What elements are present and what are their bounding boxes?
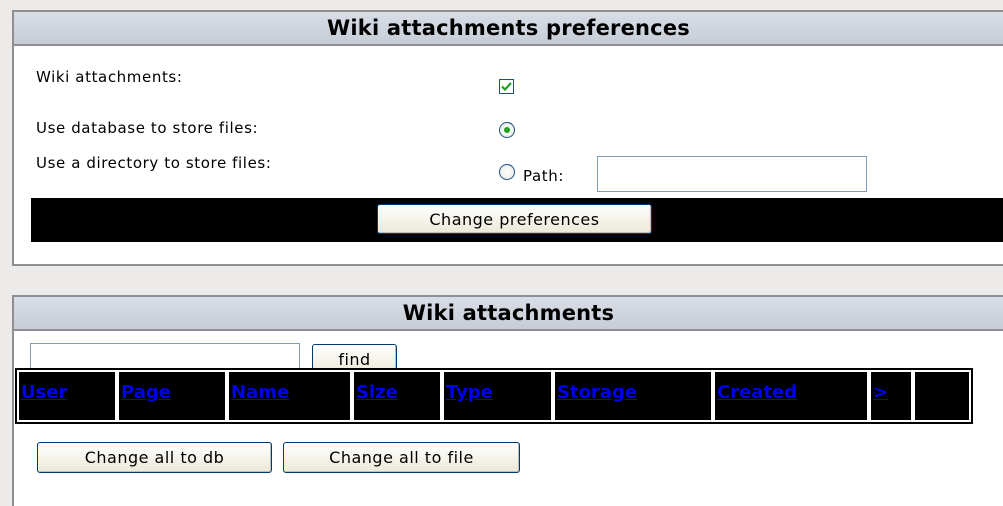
column-header-created: Created <box>715 372 867 420</box>
sort-page-link[interactable]: Page <box>121 382 171 403</box>
radio-selected-dot <box>504 127 510 133</box>
sort-created-link[interactable]: Created <box>717 382 797 403</box>
column-header-page: Page <box>119 372 225 420</box>
use-dir-label: Use a directory to store files: <box>36 154 272 172</box>
column-header-user: User <box>19 372 115 420</box>
path-input[interactable] <box>597 156 867 192</box>
attachments-table: User Page Name Size Type Storage Created… <box>15 368 973 424</box>
check-icon <box>501 82 512 92</box>
column-header-type: Type <box>444 372 551 420</box>
table-header-row: User Page Name Size Type Storage Created… <box>19 372 969 420</box>
wiki-attachments-label: Wiki attachments: <box>36 68 183 86</box>
column-header-size: Size <box>354 372 440 420</box>
use-db-label: Use database to store files: <box>36 119 259 137</box>
use-db-radio[interactable] <box>499 122 515 138</box>
attachments-title: Wiki attachments <box>14 297 1003 331</box>
prefs-panel: Wiki attachments preferences Wiki attach… <box>12 10 1003 266</box>
change-all-to-file-button[interactable]: Change all to file <box>283 442 520 473</box>
use-dir-radio[interactable] <box>499 164 515 180</box>
path-label: Path: <box>523 167 565 185</box>
sort-name-link[interactable]: Name <box>231 382 289 403</box>
prefs-title: Wiki attachments preferences <box>14 12 1003 46</box>
column-header-empty <box>915 372 969 420</box>
sort-user-link[interactable]: User <box>21 382 67 403</box>
sort-type-link[interactable]: Type <box>446 382 493 403</box>
sort-size-link[interactable]: Size <box>356 382 398 403</box>
sort-storage-link[interactable]: Storage <box>557 382 637 403</box>
column-header-storage: Storage <box>555 372 711 420</box>
column-header-name: Name <box>229 372 350 420</box>
wiki-attachments-checkbox[interactable] <box>499 79 514 94</box>
change-all-to-db-button[interactable]: Change all to db <box>37 442 272 473</box>
column-header-more: > <box>871 372 911 420</box>
change-preferences-button[interactable]: Change preferences <box>377 204 652 234</box>
more-columns-link[interactable]: > <box>873 382 888 403</box>
